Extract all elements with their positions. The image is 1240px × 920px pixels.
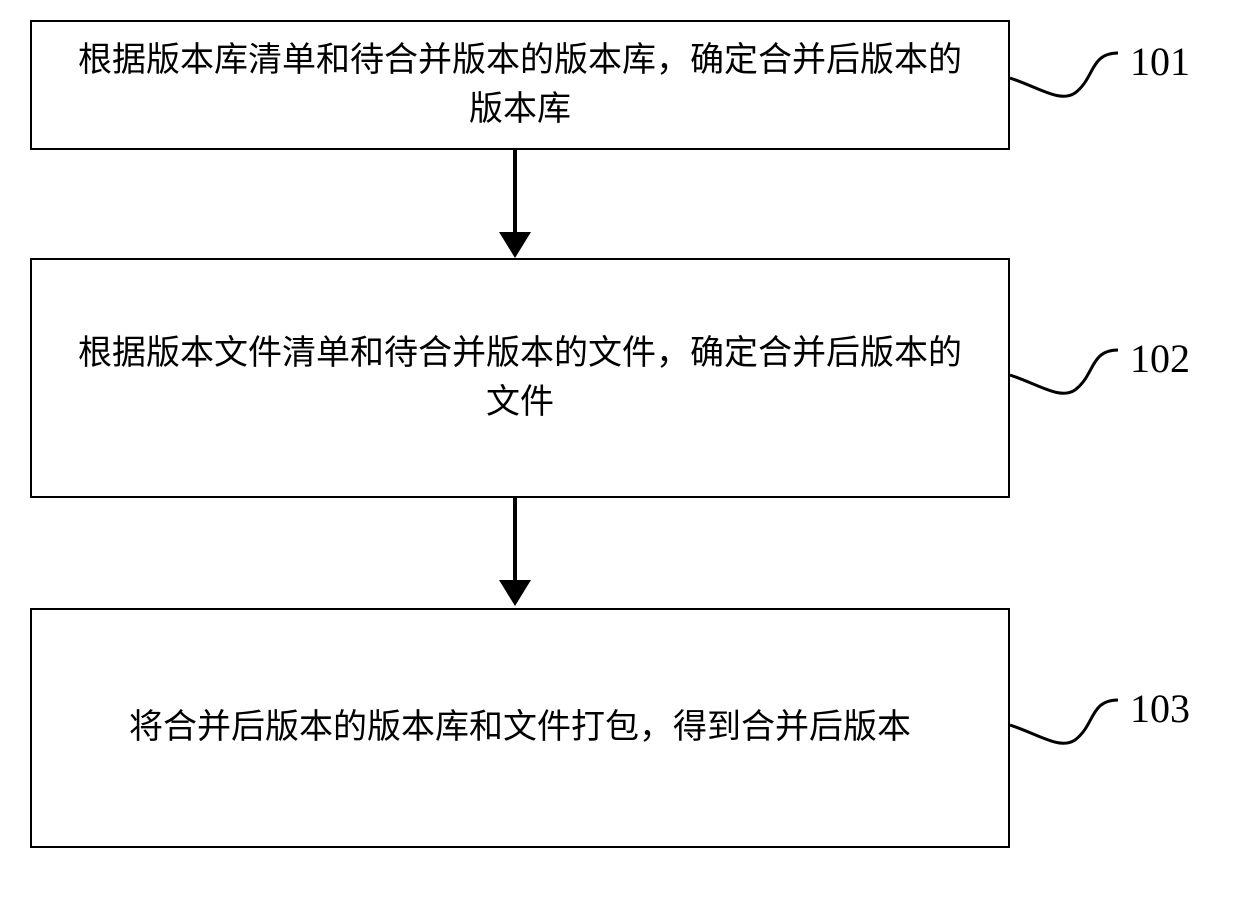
step-text: 根据版本库清单和待合并版本的版本库，确定合并后版本的版本库 (62, 36, 978, 135)
arrow-101-to-102 (475, 150, 555, 260)
step-label-101: 101 (1130, 38, 1190, 85)
step-box-101: 根据版本库清单和待合并版本的版本库，确定合并后版本的版本库 (30, 20, 1010, 150)
step-label-103: 103 (1130, 685, 1190, 732)
callout-connector-102 (1010, 345, 1120, 405)
flowchart-canvas: 根据版本库清单和待合并版本的版本库，确定合并后版本的版本库 101 根据版本文件… (0, 0, 1240, 920)
step-box-102: 根据版本文件清单和待合并版本的文件，确定合并后版本的文件 (30, 258, 1010, 498)
step-box-103: 将合并后版本的版本库和文件打包，得到合并后版本 (30, 608, 1010, 848)
callout-connector-103 (1010, 695, 1120, 755)
step-text: 将合并后版本的版本库和文件打包，得到合并后版本 (129, 703, 911, 752)
step-label-102: 102 (1130, 335, 1190, 382)
callout-connector-101 (1010, 48, 1120, 108)
step-text: 根据版本文件清单和待合并版本的文件，确定合并后版本的文件 (62, 329, 978, 428)
arrow-102-to-103 (475, 498, 555, 608)
